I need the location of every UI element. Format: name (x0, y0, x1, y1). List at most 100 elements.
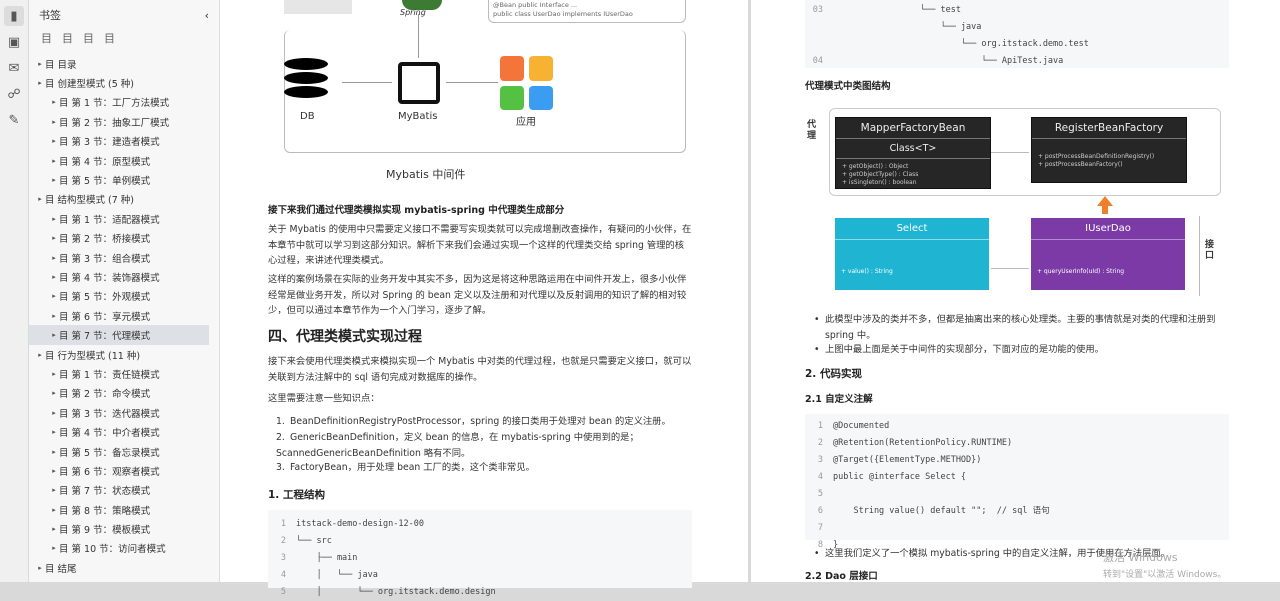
leaf-caret-icon[interactable]: ▸ (49, 157, 59, 165)
bookmark-item[interactable]: ▸ 目 第 6 节：享元模式 (29, 306, 219, 325)
bookmark-item[interactable]: ▸ 目 第 5 节：备忘录模式 (29, 442, 219, 461)
code-text: String value() default ""; // sql 语句 (833, 506, 1050, 516)
leaf-caret-icon[interactable]: ▸ (49, 254, 59, 262)
leaf-caret-icon[interactable]: ▸ (49, 118, 59, 126)
expand-caret-icon[interactable]: ▸ (35, 60, 45, 68)
class-subtitle: Class<T> (836, 139, 990, 159)
leaf-caret-icon[interactable]: ▸ (49, 312, 59, 320)
code-text: └── ApiTest.java (833, 56, 1064, 66)
bookmark-item[interactable]: ▸ 目 第 10 节：访问者模式 (29, 539, 219, 558)
database-icon (284, 58, 328, 106)
bookmark-item[interactable]: ▸ 目 目录 (29, 54, 219, 73)
attachment-icon[interactable]: ☍ (4, 84, 24, 104)
bookmark-item[interactable]: ▸ 目 结构型模式 (7 种) (29, 190, 219, 209)
bookmark-item[interactable]: ▸ 目 第 3 节：建造者模式 (29, 132, 219, 151)
numbered-list-item: 1. BeanDefinitionRegistryPostProcessor，sp… (276, 416, 671, 427)
bookmark-item[interactable]: ▸ 目 第 5 节：单例模式 (29, 170, 219, 189)
line-number: 7 (817, 523, 823, 533)
bookmark-item[interactable]: ▸ 目 行为型模式 (11 种) (29, 345, 219, 364)
expand-caret-icon[interactable]: ▸ (35, 195, 45, 203)
bookmark-item[interactable]: ▸ 目 第 5 节：外观模式 (29, 287, 219, 306)
bookmark-toolbar: 目 目 目 目 (29, 30, 219, 48)
expand-caret-icon[interactable]: ▸ (35, 351, 45, 359)
bookmark-item[interactable]: ▸ 目 创建型模式 (5 种) (29, 73, 219, 92)
leaf-caret-icon[interactable]: ▸ (49, 137, 59, 145)
bookmark-tool-icon[interactable]: 目 (83, 30, 94, 48)
bullet-item: 此模型中涉及的类并不多，但都是抽离出来的核心处理类。主要的事情就是对类的代理和注… (814, 312, 1219, 343)
bookmark-item[interactable]: ▸ 目 第 1 节：责任链模式 (29, 364, 219, 383)
bookmark-item[interactable]: ▸ 目 第 2 节：命令模式 (29, 384, 219, 403)
code-block: 03 └── test └── java └── org.itstack.dem… (805, 0, 1229, 68)
leaf-caret-icon[interactable]: ▸ (49, 544, 59, 552)
chapter-heading: 四、代理类模式实现过程 (268, 329, 422, 345)
note-line: public class UserDao implements IUserDao (493, 10, 633, 18)
bookmark-item[interactable]: ▸ 目 第 4 节：中介者模式 (29, 422, 219, 441)
code-text: ├── main (296, 553, 358, 563)
bookmark-tool-icon[interactable]: 目 (104, 30, 115, 48)
bookmark-tool-icon[interactable]: 目 (62, 30, 73, 48)
bookmark-tool-icon[interactable]: 目 (41, 30, 52, 48)
class-card-mapper-factory-bean: MapperFactoryBean Class<T> + getObject()… (835, 117, 991, 189)
thumbnail-icon[interactable]: ▣ (4, 32, 24, 52)
bookmark-item[interactable]: ▸ 目 第 1 节：工厂方法模式 (29, 93, 219, 112)
bookmark-item[interactable]: ▸ 目 第 9 节：模板模式 (29, 519, 219, 538)
leaf-caret-icon[interactable]: ▸ (49, 273, 59, 281)
bookmark-item[interactable]: ▸ 目 第 8 节：策略模式 (29, 500, 219, 519)
bookmark-item[interactable]: ▸ 目 第 3 节：组合模式 (29, 248, 219, 267)
bookmark-item[interactable]: ▸ 目 第 7 节：状态模式 (29, 481, 219, 500)
activation-watermark-text: 转到"设置"以激活 Windows。 (1103, 570, 1227, 580)
bookmark-item[interactable]: ▸ 目 第 3 节：迭代器模式 (29, 403, 219, 422)
bookmark-item[interactable]: ▸ 目 第 1 节：适配器模式 (29, 209, 219, 228)
leaf-caret-icon[interactable]: ▸ (49, 448, 59, 456)
expand-caret-icon[interactable]: ▸ (35, 79, 45, 87)
leaf-caret-icon[interactable]: ▸ (49, 370, 59, 378)
code-text: └── java (833, 22, 982, 32)
leaf-caret-icon[interactable]: ▸ (49, 98, 59, 106)
bookmark-item[interactable]: ▸ 目 第 4 节：原型模式 (29, 151, 219, 170)
bookmark-header: 书签 ‹ (29, 0, 219, 30)
bookmark-item[interactable]: ▸ 目 第 6 节：观察者模式 (29, 461, 219, 480)
spring-label: Spring (400, 8, 426, 17)
leaf-caret-icon[interactable]: ▸ (49, 467, 59, 475)
leaf-caret-icon[interactable]: ▸ (49, 234, 59, 242)
bookmark-item-label: 目 第 4 节：原型模式 (59, 156, 151, 168)
leaf-caret-icon[interactable]: ▸ (49, 409, 59, 417)
leaf-caret-icon[interactable]: ▸ (49, 331, 59, 339)
document-page-left: Spring @Bean public Interface ... public… (220, 0, 748, 597)
code-line: 04 └── ApiTest.java (805, 53, 1229, 70)
signature-icon[interactable]: ✎ (4, 110, 24, 130)
leaf-caret-icon[interactable]: ▸ (49, 506, 59, 514)
leaf-caret-icon[interactable]: ▸ (49, 215, 59, 223)
bookmark-item[interactable]: ▸ 目 第 2 节：抽象工厂模式 (29, 112, 219, 131)
bookmark-item[interactable]: ▸ 目 第 2 节：桥接模式 (29, 229, 219, 248)
leaf-caret-icon[interactable]: ▸ (49, 525, 59, 533)
leaf-caret-icon[interactable]: ▸ (49, 292, 59, 300)
bookmark-item[interactable]: ▸ 目 第 7 节：代理模式 (29, 325, 209, 345)
leaf-caret-icon[interactable]: ▸ (49, 389, 59, 397)
class-card-iuserdao: IUserDao + queryUserInfo(uId) : String (1031, 218, 1185, 290)
bookmark-item-label: 目 第 3 节：建造者模式 (59, 137, 160, 149)
bookmark-item-label: 目 第 1 节：适配器模式 (59, 214, 160, 226)
puzzle-icon (398, 62, 440, 104)
uml-diagram: 代理 MapperFactoryBean Class<T> + getObjec… (805, 100, 1229, 300)
activation-watermark-title: 激活 Windows (1103, 551, 1178, 564)
leaf-caret-icon[interactable]: ▸ (49, 428, 59, 436)
code-text: public @interface Select { (833, 472, 967, 482)
db-label: DB (300, 111, 315, 122)
bookmark-item[interactable]: ▸ 目 结尾 (29, 558, 219, 577)
code-line: 2 @Retention(RetentionPolicy.RUNTIME) (805, 435, 1229, 452)
bookmark-item-label: 目 第 2 节：桥接模式 (59, 234, 151, 246)
code-text: └── org.itstack.demo.test (833, 39, 1089, 49)
leaf-caret-icon[interactable]: ▸ (49, 176, 59, 184)
leaf-caret-icon[interactable]: ▸ (49, 486, 59, 494)
bookmark-item-label: 目 第 8 节：策略模式 (59, 505, 151, 517)
bookmark-icon[interactable]: ▮ (4, 6, 24, 26)
comment-icon[interactable]: ✉ (4, 58, 24, 78)
collapse-panel-icon[interactable]: ‹ (205, 9, 209, 22)
note-line: @Bean public Interface ... (493, 1, 578, 9)
expand-caret-icon[interactable]: ▸ (35, 564, 45, 572)
line-number: 5 (280, 587, 286, 597)
image-placeholder (284, 0, 352, 14)
bookmark-item[interactable]: ▸ 目 第 4 节：装饰器模式 (29, 267, 219, 286)
line-number: 2 (817, 438, 823, 448)
